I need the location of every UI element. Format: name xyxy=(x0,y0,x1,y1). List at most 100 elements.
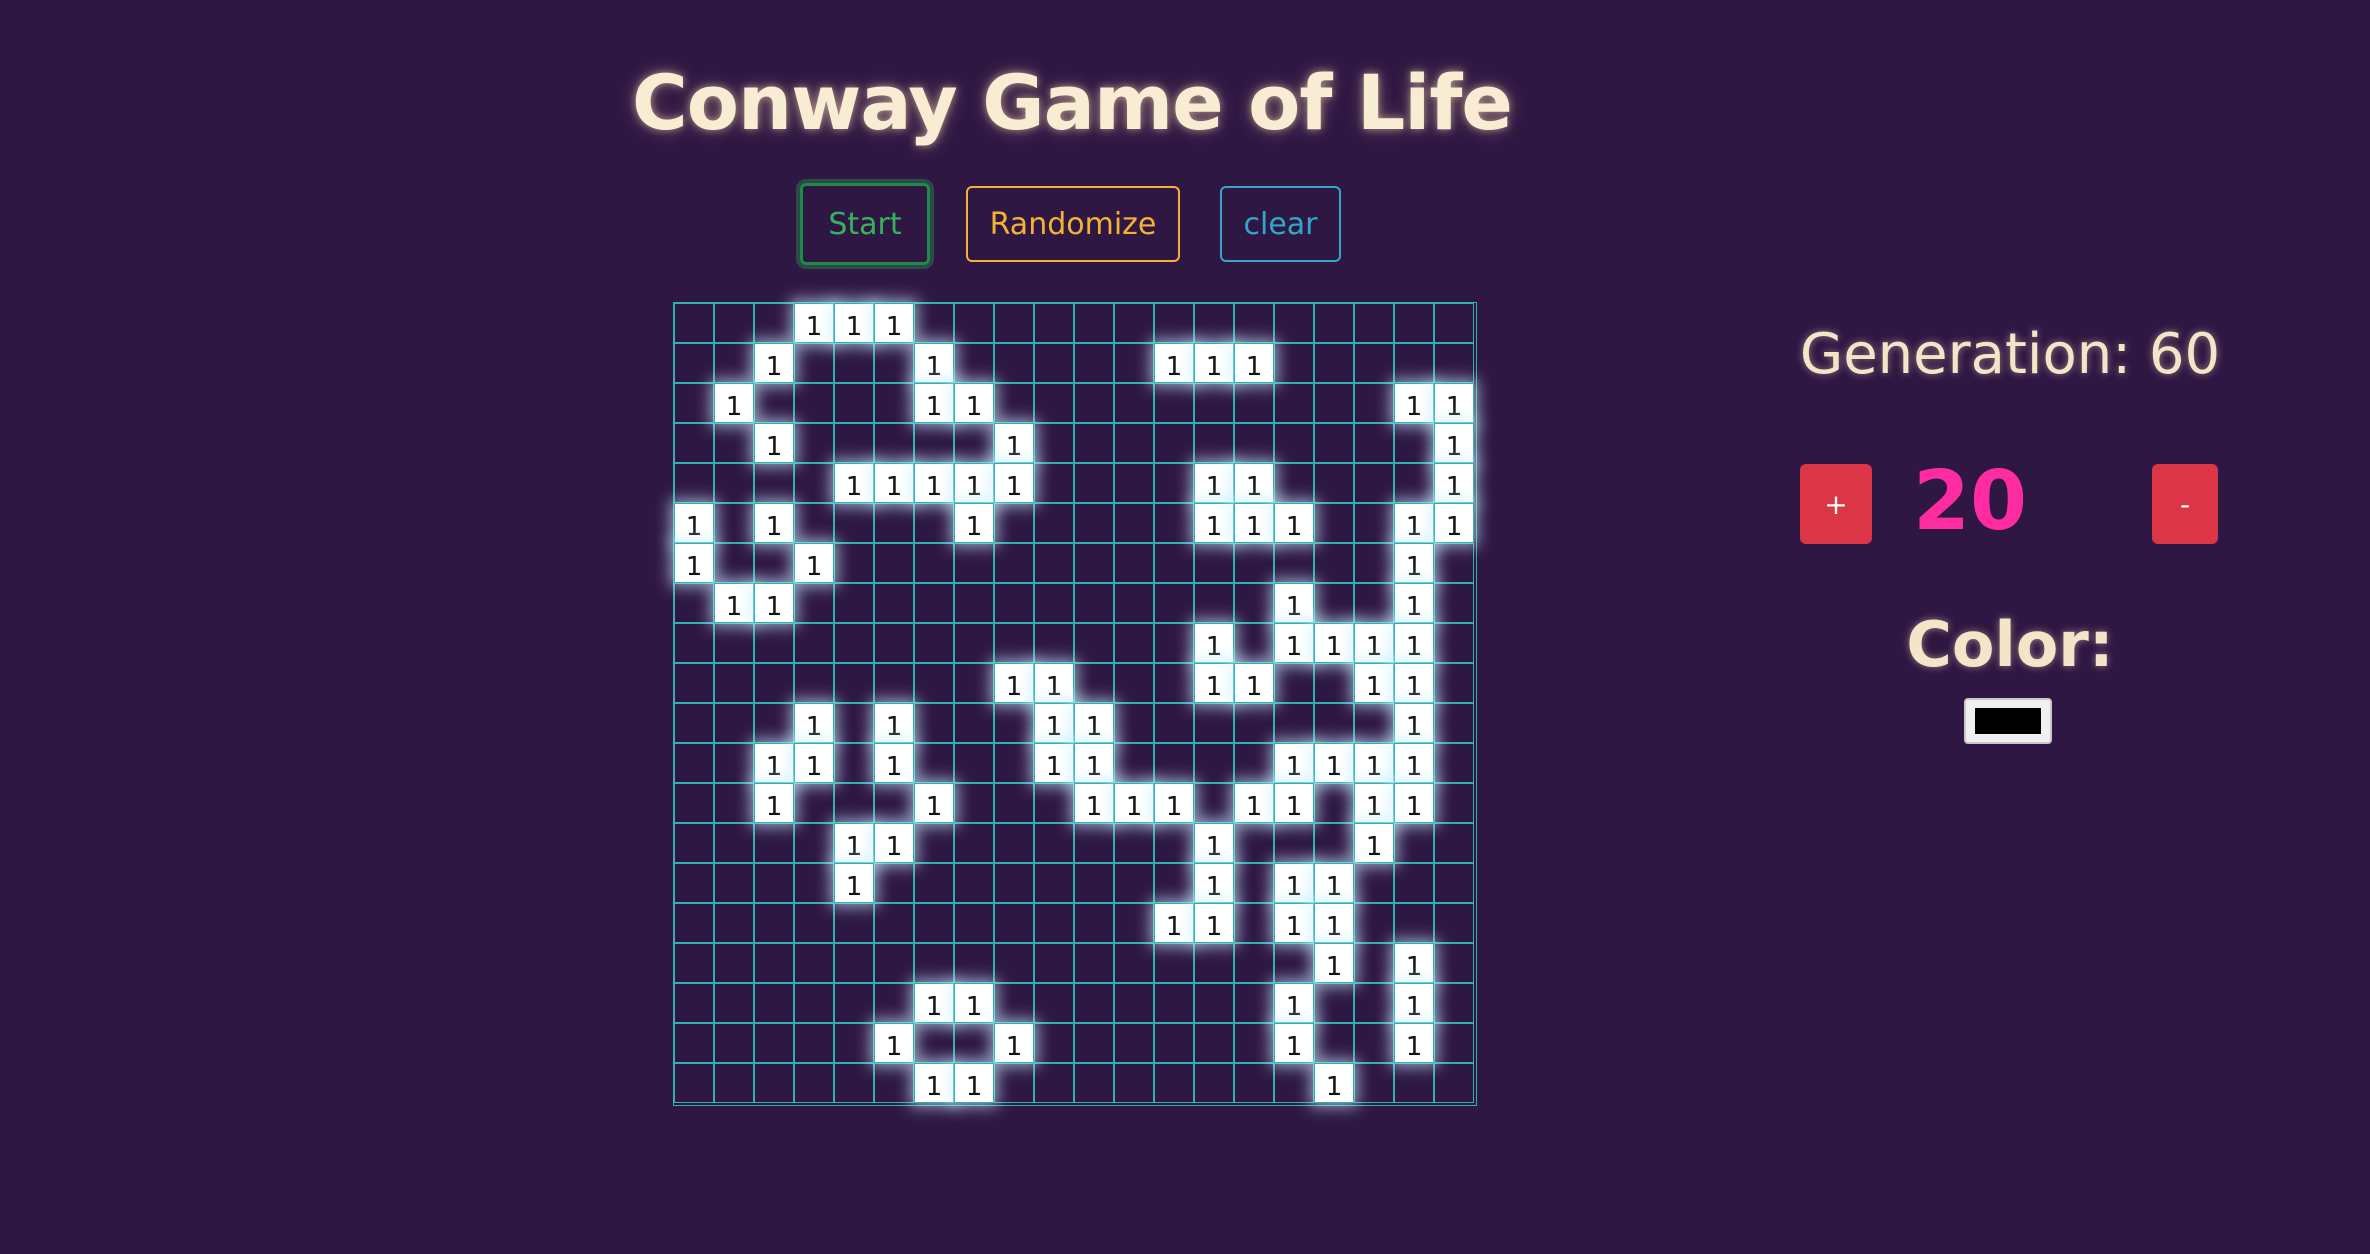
dead-cell[interactable] xyxy=(1194,543,1234,583)
dead-cell[interactable] xyxy=(994,983,1034,1023)
dead-cell[interactable] xyxy=(714,903,754,943)
dead-cell[interactable] xyxy=(1194,743,1234,783)
dead-cell[interactable] xyxy=(754,663,794,703)
dead-cell[interactable] xyxy=(1274,943,1314,983)
live-cell[interactable]: 1 xyxy=(1234,783,1274,823)
dead-cell[interactable] xyxy=(1034,343,1074,383)
live-cell[interactable]: 1 xyxy=(1354,743,1394,783)
dead-cell[interactable] xyxy=(1114,423,1154,463)
dead-cell[interactable] xyxy=(794,663,834,703)
dead-cell[interactable] xyxy=(1034,783,1074,823)
dead-cell[interactable] xyxy=(1234,1023,1274,1063)
dead-cell[interactable] xyxy=(674,1063,714,1103)
dead-cell[interactable] xyxy=(1034,503,1074,543)
dead-cell[interactable] xyxy=(1034,943,1074,983)
live-cell[interactable]: 1 xyxy=(834,863,874,903)
live-cell[interactable]: 1 xyxy=(1354,783,1394,823)
dead-cell[interactable] xyxy=(1074,343,1114,383)
live-cell[interactable]: 1 xyxy=(914,463,954,503)
dead-cell[interactable] xyxy=(1074,503,1114,543)
dead-cell[interactable] xyxy=(1314,583,1354,623)
live-cell[interactable]: 1 xyxy=(754,743,794,783)
dead-cell[interactable] xyxy=(1354,423,1394,463)
dead-cell[interactable] xyxy=(834,1063,874,1103)
live-cell[interactable]: 1 xyxy=(1434,423,1474,463)
dead-cell[interactable] xyxy=(1234,823,1274,863)
dead-cell[interactable] xyxy=(1074,463,1114,503)
dead-cell[interactable] xyxy=(1394,423,1434,463)
speed-decrease-button[interactable]: - xyxy=(2152,464,2218,544)
dead-cell[interactable] xyxy=(674,903,714,943)
live-cell[interactable]: 1 xyxy=(1234,343,1274,383)
dead-cell[interactable] xyxy=(1314,423,1354,463)
dead-cell[interactable] xyxy=(1154,703,1194,743)
dead-cell[interactable] xyxy=(714,863,754,903)
live-cell[interactable]: 1 xyxy=(674,543,714,583)
live-cell[interactable]: 1 xyxy=(754,783,794,823)
dead-cell[interactable] xyxy=(794,823,834,863)
dead-cell[interactable] xyxy=(1074,423,1114,463)
dead-cell[interactable] xyxy=(674,743,714,783)
dead-cell[interactable] xyxy=(674,863,714,903)
dead-cell[interactable] xyxy=(1314,463,1354,503)
live-cell[interactable]: 1 xyxy=(1194,823,1234,863)
live-cell[interactable]: 1 xyxy=(914,983,954,1023)
dead-cell[interactable] xyxy=(954,823,994,863)
dead-cell[interactable] xyxy=(834,783,874,823)
live-cell[interactable]: 1 xyxy=(754,503,794,543)
start-button[interactable]: Start xyxy=(800,183,930,265)
dead-cell[interactable] xyxy=(714,743,754,783)
dead-cell[interactable] xyxy=(714,703,754,743)
dead-cell[interactable] xyxy=(1234,743,1274,783)
live-cell[interactable]: 1 xyxy=(994,663,1034,703)
dead-cell[interactable] xyxy=(674,663,714,703)
dead-cell[interactable] xyxy=(1194,1063,1234,1103)
dead-cell[interactable] xyxy=(1074,663,1114,703)
live-cell[interactable]: 1 xyxy=(914,383,954,423)
dead-cell[interactable] xyxy=(754,543,794,583)
dead-cell[interactable] xyxy=(1074,583,1114,623)
dead-cell[interactable] xyxy=(914,1023,954,1063)
live-cell[interactable]: 1 xyxy=(714,583,754,623)
dead-cell[interactable] xyxy=(1194,703,1234,743)
dead-cell[interactable] xyxy=(1354,1063,1394,1103)
dead-cell[interactable] xyxy=(1074,1063,1114,1103)
dead-cell[interactable] xyxy=(874,383,914,423)
dead-cell[interactable] xyxy=(1234,903,1274,943)
dead-cell[interactable] xyxy=(954,903,994,943)
dead-cell[interactable] xyxy=(1394,463,1434,503)
live-cell[interactable]: 1 xyxy=(1314,743,1354,783)
live-cell[interactable]: 1 xyxy=(1074,743,1114,783)
live-cell[interactable]: 1 xyxy=(1034,743,1074,783)
live-cell[interactable]: 1 xyxy=(1394,663,1434,703)
dead-cell[interactable] xyxy=(1354,543,1394,583)
dead-cell[interactable] xyxy=(754,863,794,903)
dead-cell[interactable] xyxy=(954,743,994,783)
dead-cell[interactable] xyxy=(1194,383,1234,423)
dead-cell[interactable] xyxy=(1114,503,1154,543)
dead-cell[interactable] xyxy=(1114,663,1154,703)
dead-cell[interactable] xyxy=(1354,343,1394,383)
dead-cell[interactable] xyxy=(714,623,754,663)
live-cell[interactable]: 1 xyxy=(1394,623,1434,663)
dead-cell[interactable] xyxy=(994,383,1034,423)
dead-cell[interactable] xyxy=(834,503,874,543)
dead-cell[interactable] xyxy=(1034,903,1074,943)
live-cell[interactable]: 1 xyxy=(794,743,834,783)
dead-cell[interactable] xyxy=(674,303,714,343)
dead-cell[interactable] xyxy=(1074,943,1114,983)
dead-cell[interactable] xyxy=(1234,423,1274,463)
dead-cell[interactable] xyxy=(1114,583,1154,623)
dead-cell[interactable] xyxy=(914,943,954,983)
dead-cell[interactable] xyxy=(834,983,874,1023)
live-cell[interactable]: 1 xyxy=(874,463,914,503)
dead-cell[interactable] xyxy=(1274,343,1314,383)
dead-cell[interactable] xyxy=(1274,423,1314,463)
dead-cell[interactable] xyxy=(914,743,954,783)
dead-cell[interactable] xyxy=(1314,343,1354,383)
live-cell[interactable]: 1 xyxy=(1354,623,1394,663)
dead-cell[interactable] xyxy=(1154,503,1194,543)
dead-cell[interactable] xyxy=(1314,983,1354,1023)
dead-cell[interactable] xyxy=(1194,303,1234,343)
dead-cell[interactable] xyxy=(1434,583,1474,623)
